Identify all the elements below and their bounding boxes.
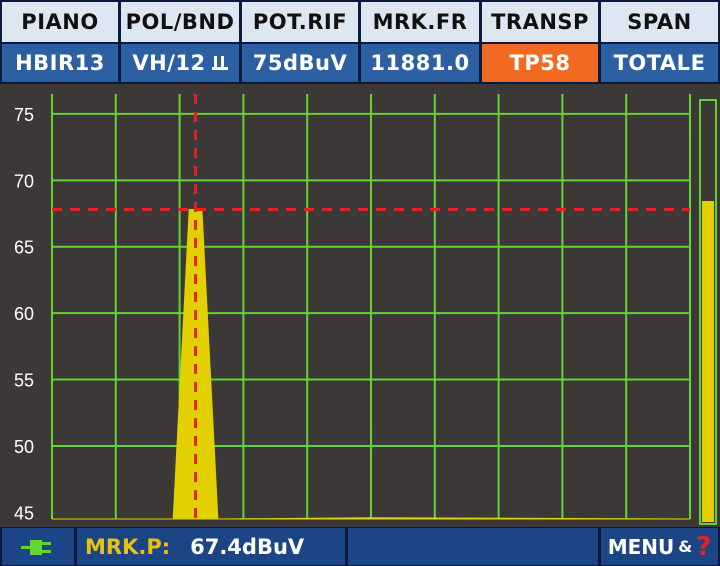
power-button[interactable]: [2, 528, 74, 565]
mrk-fr-label: MRK.FR: [361, 2, 479, 42]
transp-label: TRANSP: [482, 2, 598, 42]
pol-bnd-label: POL/BND: [121, 2, 239, 42]
menu-label: MENU: [607, 534, 675, 559]
y-tick-label: 50: [14, 437, 34, 457]
menu-amp: &: [678, 537, 693, 556]
mrk-fr-value-button[interactable]: 11881.0: [361, 44, 479, 82]
pot-rif-value-button[interactable]: 75dBuV: [242, 44, 358, 82]
y-tick-label: 60: [14, 304, 34, 324]
marker-power-readout: MRK.P: 67.4dBuV: [77, 528, 345, 565]
menu-help-button[interactable]: MENU & ?: [601, 528, 718, 565]
marker-power-label: MRK.P:: [85, 534, 171, 559]
piano-label: PIANO: [2, 2, 118, 42]
pot-rif-label: POT.RIF: [242, 2, 358, 42]
pol-bnd-value: VH/12: [132, 51, 206, 75]
transp-value-button[interactable]: TP58: [482, 44, 598, 82]
span-label: SPAN: [601, 2, 718, 42]
y-tick-label: 70: [14, 171, 34, 191]
marker-power-value: 67.4dBuV: [190, 534, 305, 559]
power-plug-icon: [21, 539, 51, 555]
y-tick-label: 65: [14, 238, 34, 258]
y-tick-label: 45: [14, 503, 34, 523]
y-tick-label: 55: [14, 371, 34, 391]
help-icon: ?: [696, 531, 712, 562]
piano-value-button[interactable]: HBIR13: [2, 44, 118, 82]
pol-bnd-value-button[interactable]: VH/12: [121, 44, 239, 82]
span-value-button[interactable]: TOTALE: [601, 44, 718, 82]
level-meter-fill: [702, 201, 714, 522]
spectrum-chart[interactable]: 75 70 65 60 55 50 45: [0, 86, 698, 526]
pulse-icon: [211, 56, 228, 70]
y-tick-label: 75: [14, 105, 34, 125]
status-area: [348, 528, 598, 565]
header-bar: PIANO POL/BND POT.RIF MRK.FR TRANSP SPAN…: [0, 0, 720, 84]
level-meter: [699, 99, 717, 525]
footer-bar: MRK.P: 67.4dBuV MENU & ?: [0, 527, 720, 566]
